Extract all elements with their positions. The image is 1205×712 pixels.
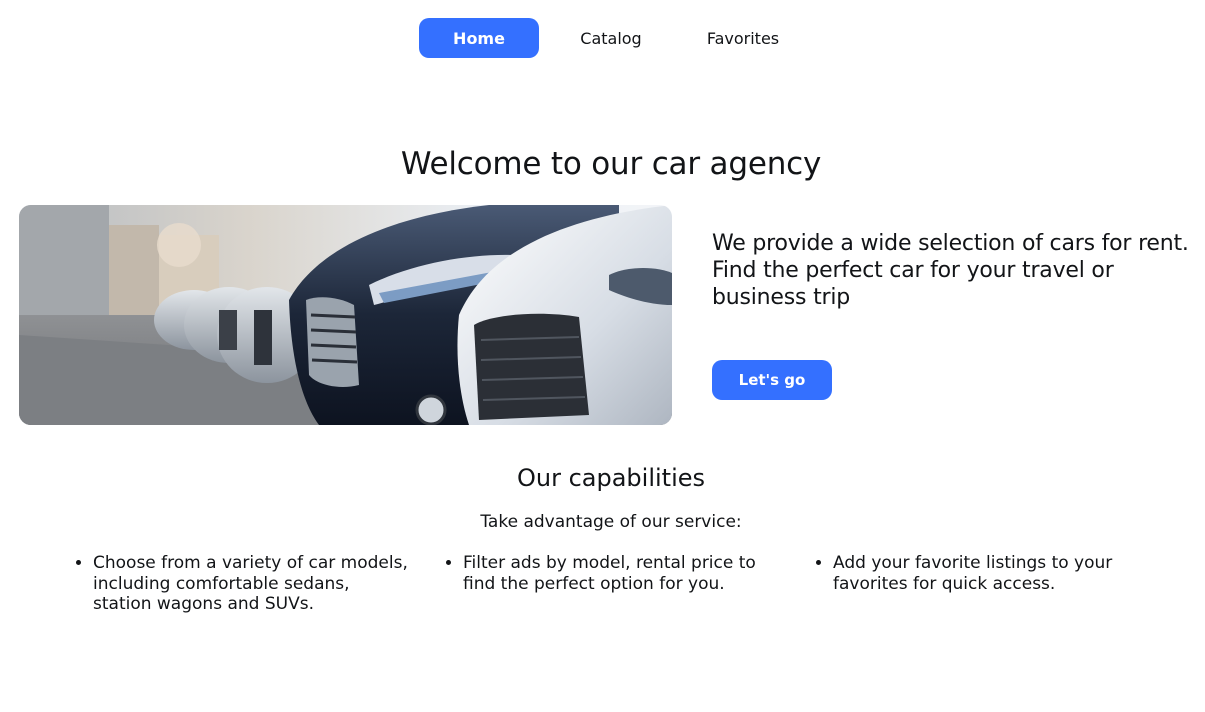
- hero-description: We provide a wide selection of cars for …: [712, 231, 1189, 310]
- nav-catalog-link[interactable]: Catalog: [551, 18, 671, 58]
- nav-favorites-link[interactable]: Favorites: [683, 18, 803, 58]
- capabilities-subtitle: Take advantage of our service:: [480, 512, 742, 532]
- nav-home-link[interactable]: Home: [419, 18, 539, 58]
- capability-item: Filter ads by model, rental price to fin…: [463, 553, 773, 594]
- capability-list-2: Filter ads by model, rental price to fin…: [443, 553, 773, 594]
- capabilities-title: Our capabilities: [516, 464, 706, 492]
- capability-item: Add your favorite listings to your favor…: [833, 553, 1143, 594]
- lets-go-button[interactable]: Let's go: [712, 360, 832, 400]
- hero-car-image: [19, 205, 672, 425]
- capability-item: Choose from a variety of car models, inc…: [93, 553, 413, 615]
- main-nav: Home Catalog Favorites: [0, 18, 1205, 58]
- capability-list-3: Add your favorite listings to your favor…: [813, 553, 1143, 594]
- capability-list-1: Choose from a variety of car models, inc…: [73, 553, 413, 615]
- hero-title: Welcome to our car agency: [400, 146, 822, 182]
